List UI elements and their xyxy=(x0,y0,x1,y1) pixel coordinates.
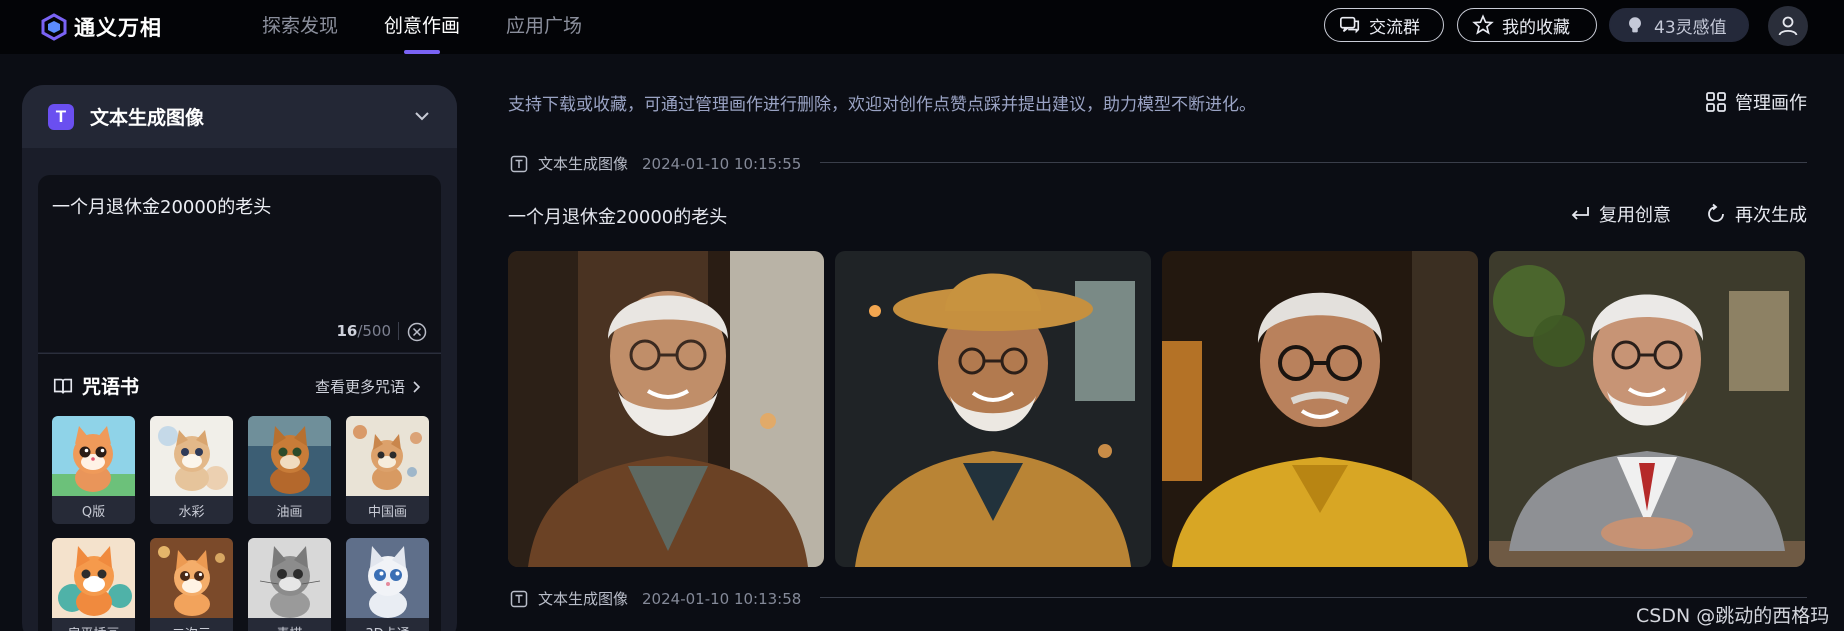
spell-book: 咒语书 查看更多咒语 Q版 水彩 油画 中国画 xyxy=(38,353,441,631)
prompt-input[interactable]: 一个月退休金20000的老头 16/500 xyxy=(38,175,441,352)
regenerate-label: 再次生成 xyxy=(1735,205,1807,226)
nav-explore[interactable]: 探索发现 xyxy=(262,0,338,54)
style-label: 二次元 xyxy=(150,622,233,631)
style-card-oil[interactable]: 油画 xyxy=(248,416,331,524)
style-thumb-flat xyxy=(52,538,135,618)
style-card-3d[interactable]: 3D卡通 xyxy=(346,538,429,631)
reuse-prompt-button[interactable]: 复用创意 xyxy=(1569,201,1671,227)
record-prompt: 一个月退休金20000的老头 xyxy=(508,207,728,228)
group-chat-button[interactable]: 交流群 xyxy=(1324,8,1444,42)
char-counter: 16/500 xyxy=(336,322,391,340)
style-label: 扁平插画 xyxy=(52,622,135,631)
style-thumb-chinese xyxy=(346,416,429,496)
generated-image-3 xyxy=(1162,251,1478,567)
top-header: 通义万相 探索发现 创意作画 应用广场 交流群 我的收藏 43灵感值 xyxy=(0,0,1844,54)
style-thumb-oil xyxy=(248,416,331,496)
generated-image-2 xyxy=(835,251,1151,567)
style-card-sketch[interactable]: 素描 xyxy=(248,538,331,631)
return-icon xyxy=(1571,207,1589,220)
counter-divider xyxy=(398,322,399,340)
record-time: 2024-01-10 10:15:55 xyxy=(642,154,802,173)
lightbulb-icon xyxy=(1629,17,1641,33)
grid-icon xyxy=(1706,92,1726,112)
reuse-prompt-label: 复用创意 xyxy=(1599,205,1671,226)
spell-book-label: 咒语书 xyxy=(82,376,140,398)
style-label: Q版 xyxy=(81,505,106,520)
style-card-flat[interactable]: 扁平插画 xyxy=(52,538,135,631)
favorites-label: 我的收藏 xyxy=(1502,17,1570,38)
style-card-watercolor[interactable]: 水彩 xyxy=(150,416,233,524)
style-card-anime[interactable]: 二次元 xyxy=(150,538,233,631)
star-icon xyxy=(1472,14,1494,35)
text-mode-icon xyxy=(510,155,528,172)
style-thumb-sketch xyxy=(248,538,331,618)
watermark-text: CSDN @跳动的西格玛 xyxy=(1636,605,1830,627)
record-header: 文本生成图像 2024-01-10 10:13:58 xyxy=(510,588,801,609)
chat-icon xyxy=(1340,16,1360,34)
generated-image[interactable] xyxy=(1162,251,1478,567)
generated-image[interactable] xyxy=(1489,251,1805,567)
record-type: 文本生成图像 xyxy=(538,590,629,608)
record-type: 文本生成图像 xyxy=(538,155,629,173)
generated-image-4 xyxy=(1489,251,1805,567)
regenerate-button[interactable]: 再次生成 xyxy=(1705,201,1807,227)
text-mode-icon xyxy=(510,590,528,607)
manage-artworks-label: 管理画作 xyxy=(1735,93,1807,114)
nav-apps[interactable]: 应用广场 xyxy=(506,0,582,54)
mode-selector[interactable]: T 文本生成图像 xyxy=(22,85,457,148)
char-count-max: /500 xyxy=(357,322,391,340)
mode-title: 文本生成图像 xyxy=(90,107,205,129)
record-header: 文本生成图像 2024-01-10 10:15:55 xyxy=(510,153,801,174)
clear-icon[interactable] xyxy=(407,322,427,342)
info-notice: 支持下载或收藏，可通过管理画作进行删除，欢迎对创作点赞点踩并提出建议，助力模型不… xyxy=(508,95,1256,115)
style-label: 中国画 xyxy=(367,505,407,520)
char-count-current: 16 xyxy=(336,322,358,340)
avatar[interactable] xyxy=(1768,6,1808,46)
more-spells-link[interactable]: 查看更多咒语 xyxy=(315,376,421,397)
group-chat-label: 交流群 xyxy=(1369,17,1420,38)
record-divider xyxy=(820,597,1807,598)
style-grid: Q版 水彩 油画 中国画 xyxy=(52,416,429,631)
points-badge[interactable]: 43灵感值 xyxy=(1609,8,1749,42)
main-nav: 探索发现 创意作画 应用广场 xyxy=(262,0,628,54)
style-label: 水彩 xyxy=(178,505,205,520)
style-thumb-q xyxy=(52,416,135,496)
more-spells-label: 查看更多咒语 xyxy=(314,378,405,396)
text-mode-icon: T xyxy=(48,103,74,130)
record-divider xyxy=(820,162,1807,163)
style-label: 3D卡通 xyxy=(346,622,429,631)
logo[interactable]: 通义万相 xyxy=(40,12,162,42)
chevron-right-icon xyxy=(413,380,421,393)
user-icon xyxy=(1778,16,1798,36)
points-label: 43灵感值 xyxy=(1654,17,1727,38)
logo-text: 通义万相 xyxy=(74,16,162,40)
generated-image-1 xyxy=(508,251,824,567)
nav-create[interactable]: 创意作画 xyxy=(384,0,460,54)
logo-icon xyxy=(41,13,67,41)
style-card-chinese[interactable]: 中国画 xyxy=(346,416,429,524)
style-thumb-anime xyxy=(150,538,233,618)
generated-image[interactable] xyxy=(508,251,824,567)
style-thumb-3d xyxy=(346,538,429,618)
manage-artworks-button[interactable]: 管理画作 xyxy=(1705,89,1807,115)
style-card-q[interactable]: Q版 xyxy=(52,416,135,524)
favorites-button[interactable]: 我的收藏 xyxy=(1457,8,1597,42)
prompt-input-text[interactable]: 一个月退休金20000的老头 xyxy=(52,193,271,219)
spell-book-title: 咒语书 xyxy=(52,372,139,399)
record-time: 2024-01-10 10:13:58 xyxy=(642,589,802,608)
chevron-down-icon[interactable] xyxy=(413,107,431,125)
image-gallery xyxy=(508,251,1805,567)
style-label: 素描 xyxy=(248,622,331,631)
refresh-icon xyxy=(1708,203,1724,222)
book-icon xyxy=(53,378,73,393)
style-thumb-watercolor xyxy=(150,416,233,496)
generated-image[interactable] xyxy=(835,251,1151,567)
style-label: 油画 xyxy=(276,505,303,520)
generation-panel: T 文本生成图像 一个月退休金20000的老头 16/500 咒语书 查看更多咒… xyxy=(22,85,457,631)
